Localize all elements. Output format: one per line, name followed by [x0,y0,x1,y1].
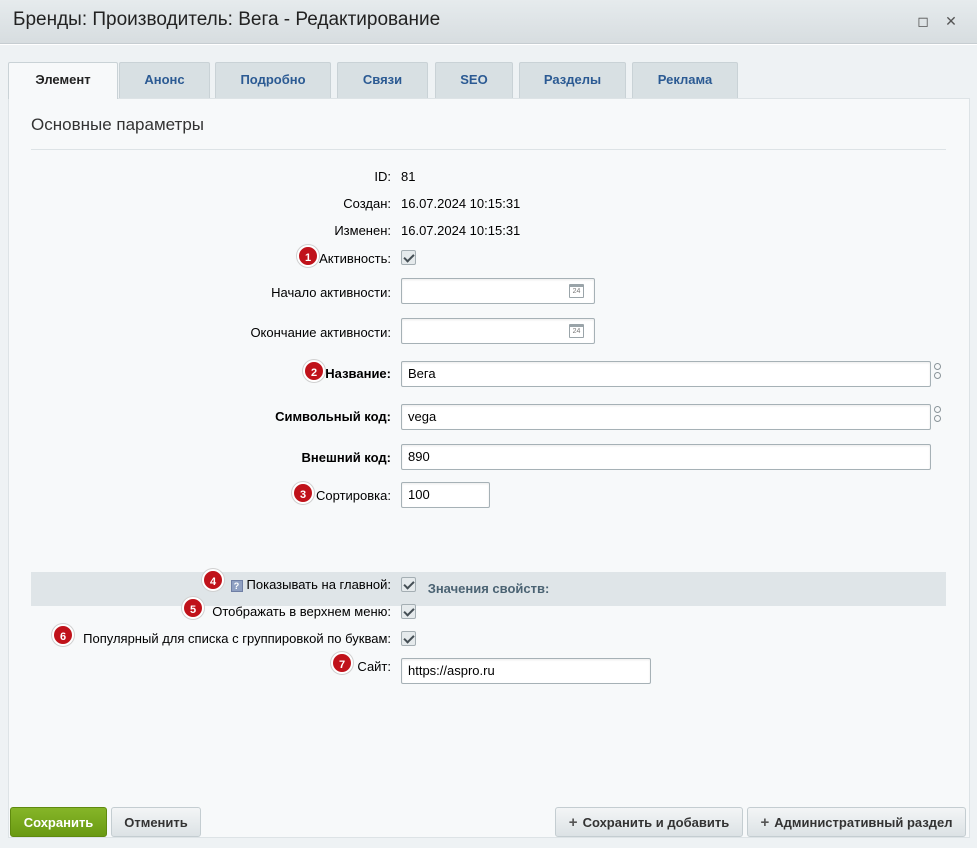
plus-icon: + [568,814,578,831]
active-checkbox[interactable] [401,250,416,265]
external-code-label: Внешний код: [301,450,391,465]
tab-sections[interactable]: Разделы [519,62,626,98]
modified-value: 16.07.2024 10:15:31 [401,223,521,238]
show-on-main-checkbox[interactable] [401,577,416,592]
external-code-input[interactable]: 890 [401,444,931,470]
form-panel: Основные параметры ID: 81 Создан: 16.07.… [8,98,970,838]
popular-alpha-label: Популярный для списка с группировкой по … [83,631,391,646]
sort-input[interactable]: 100 [401,482,490,508]
dialog-body: Элемент Анонс Подробно Связи SEO Разделы… [0,45,977,848]
tab-details[interactable]: Подробно [215,62,331,98]
id-value: 81 [401,169,416,184]
active-from-label: Начало активности: [271,285,391,300]
show-on-main-label: ? Показывать на главной: [230,577,391,592]
admin-section-button[interactable]: + Административный раздел [747,807,966,837]
window-title: Бренды: Производитель: Вега - Редактиров… [13,9,441,30]
active-label: Активность: [319,251,391,266]
close-icon[interactable]: ✕ [941,10,961,32]
show-on-main-text: Показывать на главной: [246,577,391,592]
active-to-label: Окончание активности: [250,325,391,340]
help-icon[interactable]: ? [230,580,243,592]
created-label: Создан: [343,196,391,211]
calendar-icon[interactable]: 24 [569,284,584,298]
code-label: Символьный код: [275,409,391,424]
top-menu-checkbox[interactable] [401,604,416,619]
sort-label: Сортировка: [316,488,391,503]
tab-announce[interactable]: Анонс [119,62,210,98]
maximize-icon[interactable]: ◻ [913,10,933,32]
calendar-icon[interactable]: 24 [569,324,584,338]
admin-section-label: Административный раздел [774,815,953,830]
site-input[interactable]: https://aspro.ru [401,658,651,684]
window-titlebar: Бренды: Производитель: Вега - Редактиров… [0,0,977,44]
id-label: ID: [374,169,391,184]
active-to-input[interactable] [401,318,595,344]
tab-element[interactable]: Элемент [8,62,118,99]
translit-link-icon[interactable] [933,362,943,382]
tab-seo[interactable]: SEO [435,62,513,98]
active-from-input[interactable] [401,278,595,304]
popular-alpha-checkbox[interactable] [401,631,416,646]
save-and-add-label: Сохранить и добавить [582,815,730,830]
marker-badge-7: 7 [331,652,353,674]
save-button[interactable]: Сохранить [10,807,107,837]
section-title: Основные параметры [31,115,204,134]
plus-icon: + [760,814,770,831]
modified-label: Изменен: [334,223,391,238]
translit-link-icon[interactable] [933,405,943,425]
marker-badge-4: 4 [202,569,224,591]
marker-badge-3: 3 [292,482,314,504]
marker-badge-1: 1 [297,245,319,267]
tab-links[interactable]: Связи [337,62,428,98]
top-menu-label: Отображать в верхнем меню: [212,604,391,619]
name-input[interactable]: Вега [401,361,931,387]
tab-advertising[interactable]: Реклама [632,62,738,98]
name-label: Название: [325,366,391,381]
save-and-add-button[interactable]: + Сохранить и добавить [555,807,743,837]
created-value: 16.07.2024 10:15:31 [401,196,521,211]
marker-badge-5: 5 [182,597,204,619]
cancel-button[interactable]: Отменить [111,807,201,837]
properties-header: Значения свойств: [31,572,946,606]
marker-badge-2: 2 [303,360,325,382]
code-input[interactable]: vega [401,404,931,430]
divider [31,149,946,150]
marker-badge-6: 6 [52,624,74,646]
site-label: Сайт: [357,659,391,674]
